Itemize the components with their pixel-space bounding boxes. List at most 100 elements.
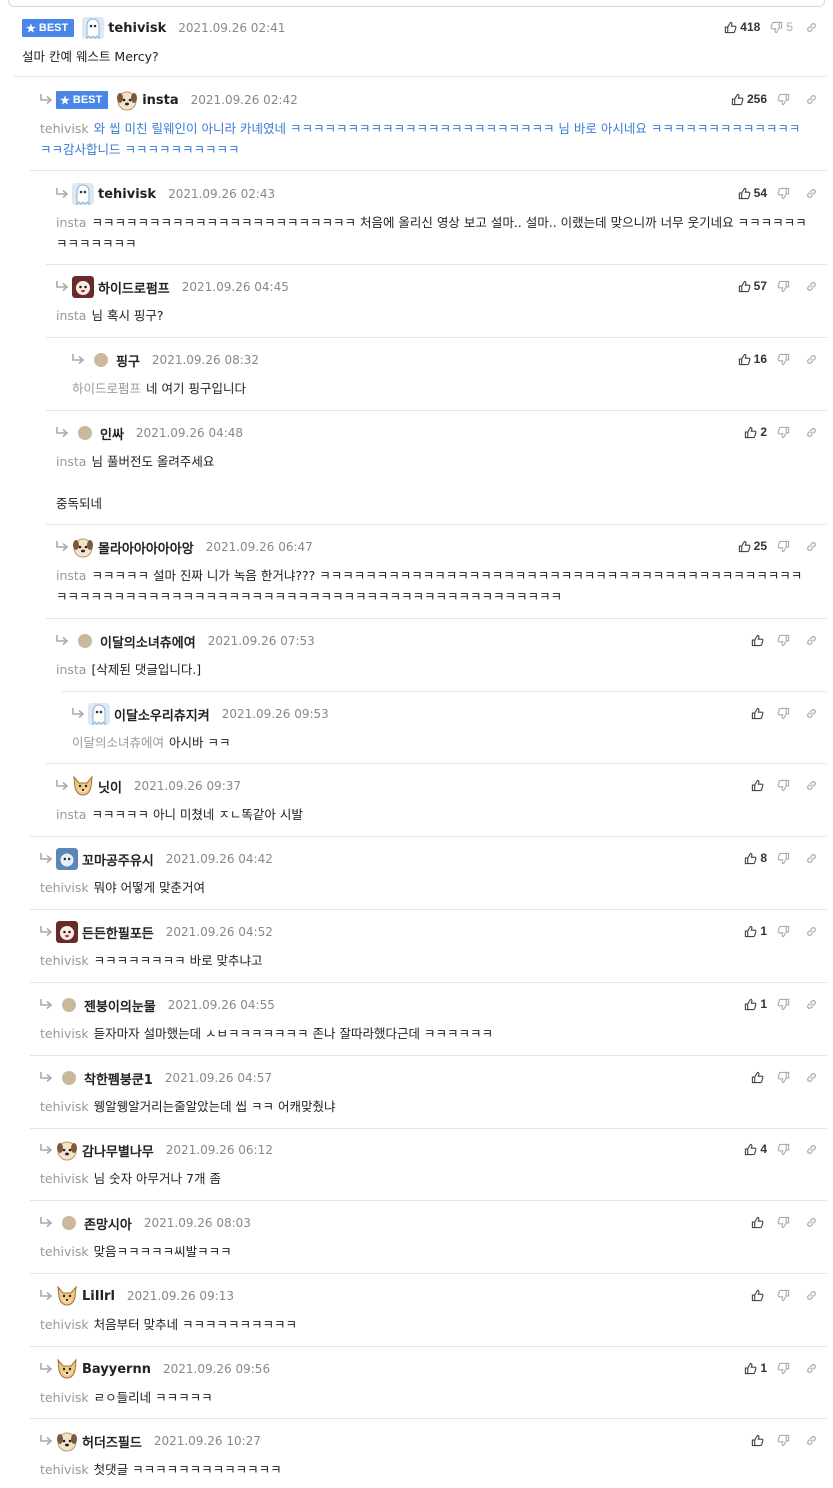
author-name[interactable]: 젠붕이의눈물 xyxy=(84,996,156,1015)
reply-target[interactable]: 하이드로펌프 xyxy=(72,381,141,396)
downvote-button[interactable] xyxy=(777,1071,793,1084)
author-name[interactable]: 이달소우리츄지켜 xyxy=(114,705,210,724)
avatar[interactable] xyxy=(56,1358,78,1380)
avatar[interactable] xyxy=(72,276,94,298)
author-name[interactable]: 허더즈필드 xyxy=(82,1432,142,1451)
reply-target[interactable]: tehivisk xyxy=(40,1390,89,1405)
avatar[interactable] xyxy=(56,1139,78,1161)
link-button[interactable] xyxy=(805,634,818,647)
author-name[interactable]: tehivisk xyxy=(108,21,166,36)
link-button[interactable] xyxy=(805,353,818,366)
author-name[interactable]: tehivisk xyxy=(98,187,156,202)
upvote-button[interactable]: 418 xyxy=(724,20,760,34)
author-name[interactable]: LiIlrl xyxy=(82,1289,115,1304)
author-name[interactable]: insta xyxy=(142,93,178,108)
upvote-button[interactable]: 1 xyxy=(744,1361,767,1375)
avatar[interactable] xyxy=(56,1430,78,1452)
upvote-button[interactable]: 54 xyxy=(738,186,767,200)
upvote-button[interactable] xyxy=(751,1216,767,1229)
link-button[interactable] xyxy=(805,852,818,865)
reply-target[interactable]: tehivisk xyxy=(40,1317,89,1332)
upvote-button[interactable] xyxy=(751,779,767,792)
avatar[interactable] xyxy=(62,1071,76,1085)
link-button[interactable] xyxy=(805,280,818,293)
downvote-button[interactable] xyxy=(777,852,793,865)
upvote-button[interactable]: 16 xyxy=(738,352,767,366)
link-button[interactable] xyxy=(805,998,818,1011)
author-name[interactable]: 착한펨붕쿤1 xyxy=(84,1069,153,1088)
avatar[interactable] xyxy=(72,183,94,205)
upvote-button[interactable]: 8 xyxy=(744,851,767,865)
link-button[interactable] xyxy=(805,1362,818,1375)
downvote-button[interactable] xyxy=(777,1362,793,1375)
avatar[interactable] xyxy=(94,353,108,367)
downvote-button[interactable] xyxy=(777,187,793,200)
link-button[interactable] xyxy=(805,21,818,34)
link-button[interactable] xyxy=(805,779,818,792)
avatar[interactable] xyxy=(62,1216,76,1230)
link-button[interactable] xyxy=(805,93,818,106)
downvote-button[interactable] xyxy=(777,353,793,366)
author-name[interactable]: 이달의소녀츄에여 xyxy=(100,632,196,651)
link-button[interactable] xyxy=(805,1216,818,1229)
avatar[interactable] xyxy=(82,17,105,39)
reply-target[interactable]: insta xyxy=(56,662,86,677)
avatar[interactable] xyxy=(56,1285,78,1307)
avatar[interactable] xyxy=(62,998,76,1012)
link-button[interactable] xyxy=(805,1434,818,1447)
upvote-button[interactable] xyxy=(751,1434,767,1447)
link-button[interactable] xyxy=(805,187,818,200)
downvote-button[interactable] xyxy=(777,1216,793,1229)
downvote-button[interactable] xyxy=(777,925,793,938)
author-name[interactable]: 든든한필포든 xyxy=(82,923,154,942)
upvote-button[interactable] xyxy=(751,1071,767,1084)
reply-target[interactable]: insta xyxy=(56,454,86,469)
upvote-button[interactable] xyxy=(751,1289,767,1302)
downvote-button[interactable] xyxy=(777,426,793,439)
downvote-button[interactable] xyxy=(777,1434,793,1447)
avatar[interactable] xyxy=(88,703,110,725)
upvote-button[interactable]: 1 xyxy=(744,997,767,1011)
link-button[interactable] xyxy=(805,925,818,938)
downvote-button[interactable] xyxy=(777,707,793,720)
link-button[interactable] xyxy=(805,707,818,720)
reply-target[interactable]: tehivisk xyxy=(40,880,89,895)
author-name[interactable]: 인싸 xyxy=(100,424,124,443)
link-button[interactable] xyxy=(805,1071,818,1084)
upvote-button[interactable]: 2 xyxy=(744,425,767,439)
upvote-button[interactable] xyxy=(751,707,767,720)
reply-target[interactable]: tehivisk xyxy=(40,121,89,136)
author-name[interactable]: 감나무별나무 xyxy=(82,1141,154,1160)
avatar[interactable] xyxy=(78,426,92,440)
author-name[interactable]: 존망시아 xyxy=(84,1214,132,1233)
avatar[interactable] xyxy=(56,848,78,870)
reply-target[interactable]: tehivisk xyxy=(40,953,89,968)
upvote-button[interactable]: 1 xyxy=(744,924,767,938)
link-button[interactable] xyxy=(805,426,818,439)
upvote-button[interactable]: 57 xyxy=(738,279,767,293)
downvote-button[interactable] xyxy=(777,1289,793,1302)
author-name[interactable]: 몰라아아아아아앙 xyxy=(98,538,194,557)
reply-target[interactable]: insta xyxy=(56,215,86,230)
downvote-button[interactable] xyxy=(777,93,793,106)
downvote-button[interactable] xyxy=(777,998,793,1011)
upvote-button[interactable]: 25 xyxy=(738,539,767,553)
reply-target[interactable]: tehivisk xyxy=(40,1244,89,1259)
upvote-button[interactable]: 256 xyxy=(731,92,767,106)
downvote-button[interactable] xyxy=(777,779,793,792)
reply-target[interactable]: insta xyxy=(56,807,86,822)
avatar[interactable] xyxy=(72,536,94,558)
author-name[interactable]: 핑구 xyxy=(116,351,140,370)
avatar[interactable] xyxy=(56,921,78,943)
avatar[interactable] xyxy=(78,634,92,648)
link-button[interactable] xyxy=(805,1143,818,1156)
upvote-button[interactable] xyxy=(751,634,767,647)
link-button[interactable] xyxy=(805,540,818,553)
upvote-button[interactable]: 4 xyxy=(744,1142,767,1156)
downvote-button[interactable] xyxy=(777,280,793,293)
downvote-button[interactable] xyxy=(777,540,793,553)
reply-target[interactable]: insta xyxy=(56,308,86,323)
avatar[interactable] xyxy=(116,89,138,111)
reply-target[interactable]: tehivisk xyxy=(40,1171,89,1186)
reply-target[interactable]: 이달의소녀츄에여 xyxy=(72,735,164,750)
